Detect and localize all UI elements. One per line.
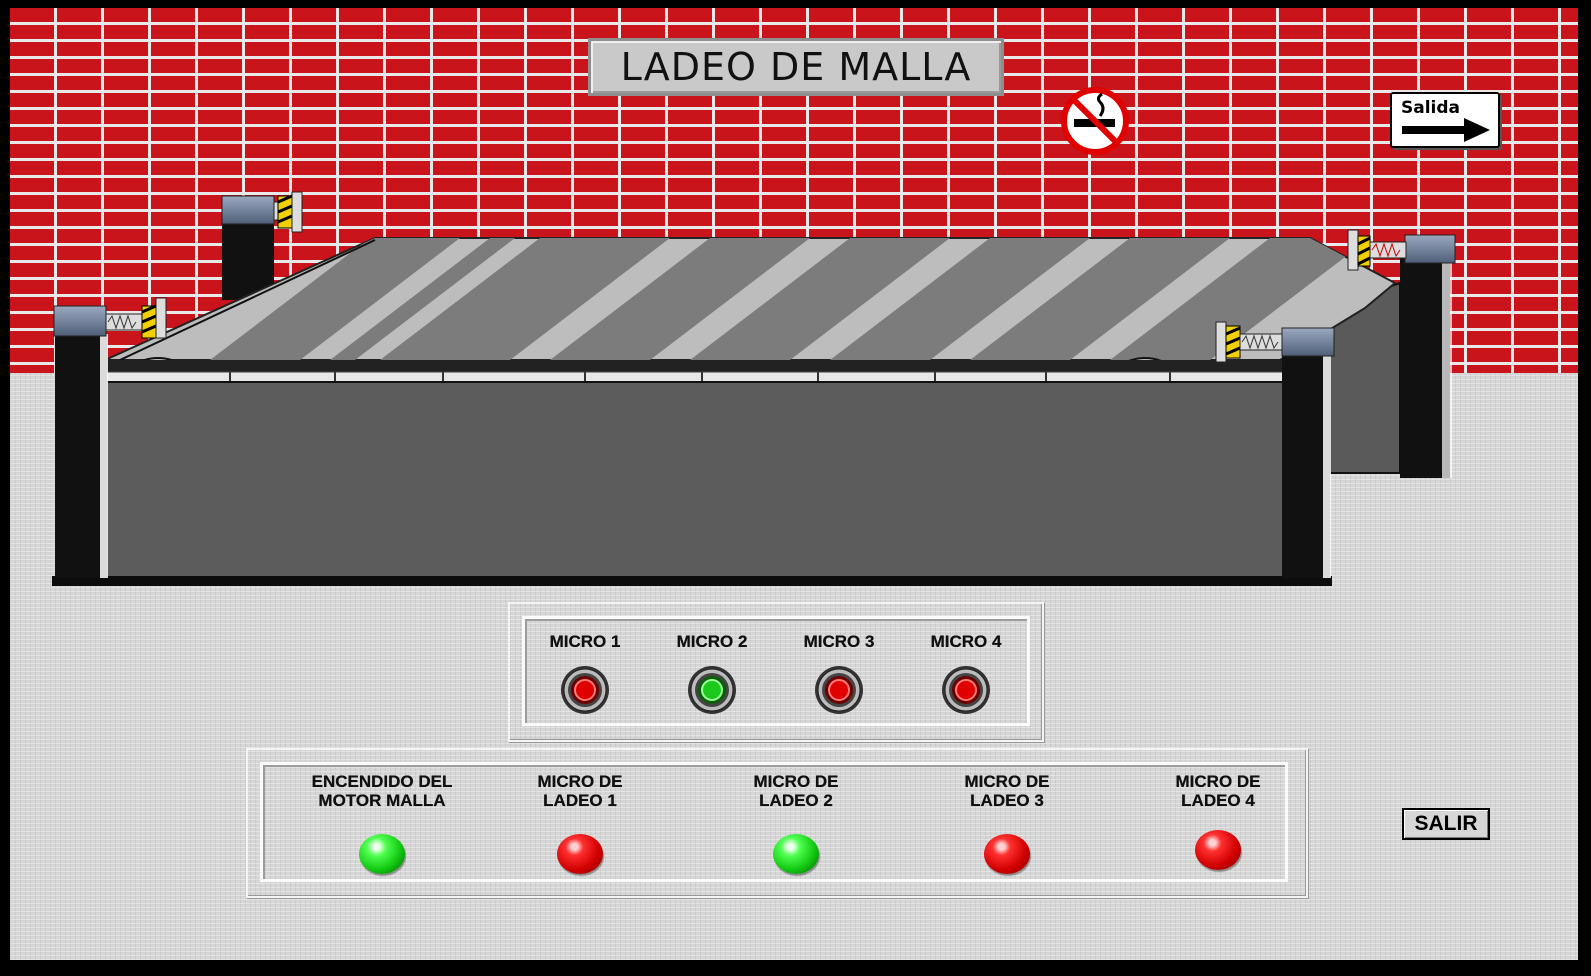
micro-switch-3 — [1347, 229, 1407, 271]
status-lamp-2 — [557, 834, 603, 874]
status-label-line2: LADEO 4 — [1181, 791, 1255, 810]
status-label-line2: LADEO 1 — [543, 791, 617, 810]
status-label-line1: MICRO DE — [753, 772, 839, 791]
micro-1-label: MICRO 1 — [549, 632, 621, 651]
micro-switch-2 — [273, 191, 303, 233]
hmi-screen: LADEO DE MALLA Salida MICRO 1 MICRO 2 MI… — [10, 8, 1578, 960]
micro-3-indicator — [815, 666, 863, 714]
micro-2-indicator — [688, 666, 736, 714]
status-label-4: MICRO DE LADEO 3 — [897, 772, 1117, 810]
status-label-line2: LADEO 3 — [970, 791, 1044, 810]
status-label-line1: MICRO DE — [1175, 772, 1261, 791]
status-label-line1: ENCENDIDO DEL — [311, 772, 453, 791]
micro-2-label: MICRO 2 — [676, 632, 748, 651]
mesh-conveyor-machine — [52, 191, 1456, 586]
exit-button[interactable]: SALIR — [1402, 808, 1490, 840]
micro-switch-1 — [105, 297, 167, 339]
status-indicator-panel — [246, 748, 1308, 898]
status-label-2: MICRO DE LADEO 1 — [470, 772, 690, 810]
status-lamp-4 — [984, 834, 1030, 874]
status-label-line2: LADEO 2 — [759, 791, 833, 810]
status-label-line2: MOTOR MALLA — [318, 791, 446, 810]
status-lamp-5 — [1195, 830, 1241, 870]
micro-1-indicator — [561, 666, 609, 714]
micro-4-indicator — [942, 666, 990, 714]
micro-4-label: MICRO 4 — [930, 632, 1002, 651]
status-lamp-1 — [359, 834, 405, 874]
status-label-1: ENCENDIDO DEL MOTOR MALLA — [272, 772, 492, 810]
micro-3-label: MICRO 3 — [803, 632, 875, 651]
status-label-3: MICRO DE LADEO 2 — [686, 772, 906, 810]
status-lamp-3 — [773, 834, 819, 874]
status-label-line1: MICRO DE — [964, 772, 1050, 791]
status-label-5: MICRO DE LADEO 4 — [1108, 772, 1328, 810]
status-label-line1: MICRO DE — [537, 772, 623, 791]
